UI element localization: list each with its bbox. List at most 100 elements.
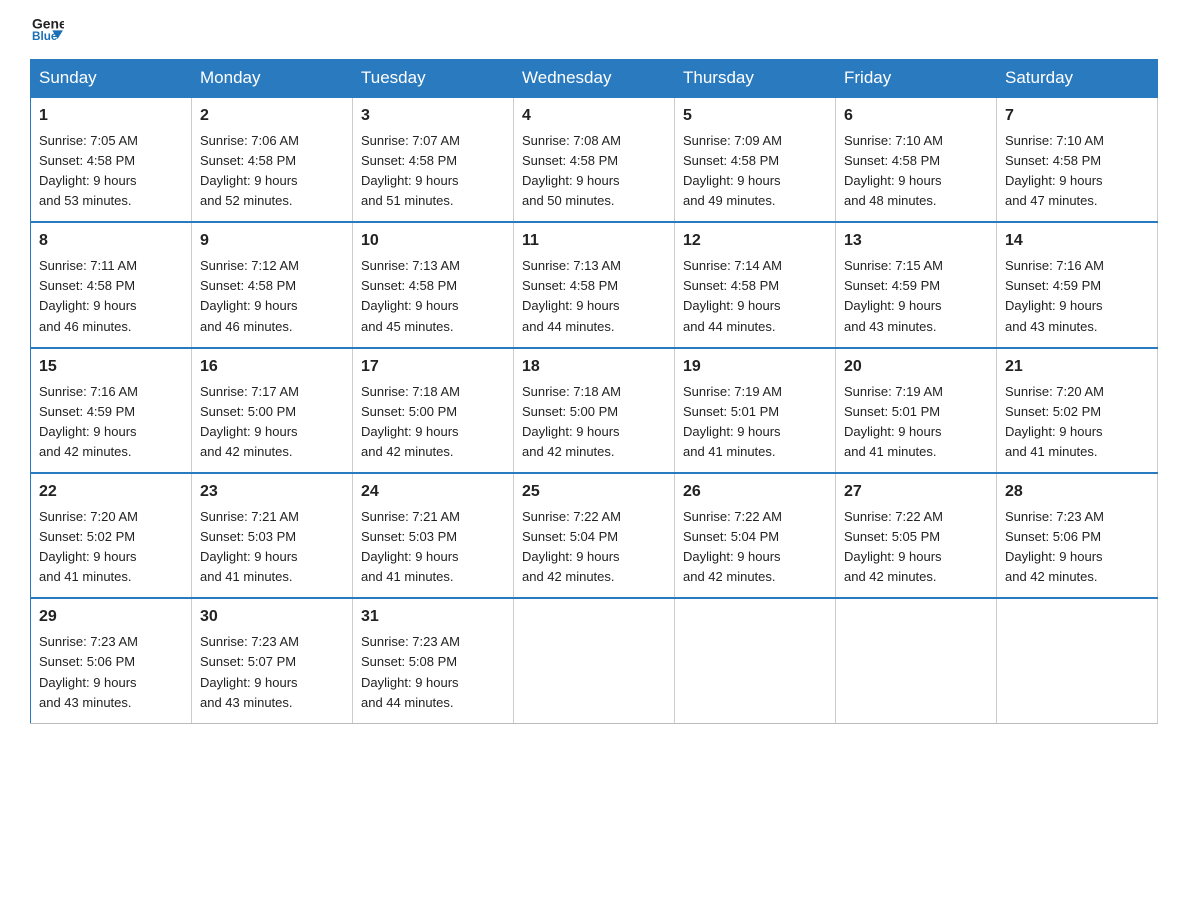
calendar-cell: 20 Sunrise: 7:19 AMSunset: 5:01 PMDayligh…: [836, 348, 997, 473]
col-header-thursday: Thursday: [675, 60, 836, 98]
day-info: Sunrise: 7:13 AMSunset: 4:58 PMDaylight:…: [522, 258, 621, 333]
day-number: 9: [200, 229, 344, 254]
day-number: 26: [683, 480, 827, 505]
day-info: Sunrise: 7:23 AMSunset: 5:06 PMDaylight:…: [39, 634, 138, 709]
calendar-cell: 9 Sunrise: 7:12 AMSunset: 4:58 PMDaylight…: [192, 222, 353, 347]
calendar-cell: 14 Sunrise: 7:16 AMSunset: 4:59 PMDayligh…: [997, 222, 1158, 347]
day-number: 30: [200, 605, 344, 630]
col-header-sunday: Sunday: [31, 60, 192, 98]
day-number: 1: [39, 104, 183, 129]
day-info: Sunrise: 7:20 AMSunset: 5:02 PMDaylight:…: [39, 509, 138, 584]
calendar-cell: [997, 598, 1158, 723]
day-info: Sunrise: 7:16 AMSunset: 4:59 PMDaylight:…: [1005, 258, 1104, 333]
day-info: Sunrise: 7:08 AMSunset: 4:58 PMDaylight:…: [522, 133, 621, 208]
calendar-cell: 25Sunrise: 7:22 AMSunset: 5:04 PMDayligh…: [514, 473, 675, 598]
calendar-table: SundayMondayTuesdayWednesdayThursdayFrid…: [30, 59, 1158, 724]
day-info: Sunrise: 7:19 AMSunset: 5:01 PMDaylight:…: [844, 384, 943, 459]
day-info: Sunrise: 7:10 AMSunset: 4:58 PMDaylight:…: [1005, 133, 1104, 208]
day-number: 20: [844, 355, 988, 380]
week-row-1: 1Sunrise: 7:05 AMSunset: 4:58 PMDaylight…: [31, 97, 1158, 222]
day-number: 31: [361, 605, 505, 630]
day-number: 7: [1005, 104, 1149, 129]
day-info: Sunrise: 7:22 AMSunset: 5:05 PMDaylight:…: [844, 509, 943, 584]
calendar-cell: [836, 598, 997, 723]
col-header-monday: Monday: [192, 60, 353, 98]
col-header-tuesday: Tuesday: [353, 60, 514, 98]
day-info: Sunrise: 7:09 AMSunset: 4:58 PMDaylight:…: [683, 133, 782, 208]
day-info: Sunrise: 7:17 AMSunset: 5:00 PMDaylight:…: [200, 384, 299, 459]
calendar-cell: [514, 598, 675, 723]
col-header-friday: Friday: [836, 60, 997, 98]
calendar-cell: [675, 598, 836, 723]
day-number: 21: [1005, 355, 1149, 380]
calendar-cell: 6Sunrise: 7:10 AMSunset: 4:58 PMDaylight…: [836, 97, 997, 222]
calendar-cell: 12 Sunrise: 7:14 AMSunset: 4:58 PMDayligh…: [675, 222, 836, 347]
day-number: 11: [522, 229, 666, 254]
day-info: Sunrise: 7:12 AMSunset: 4:58 PMDaylight:…: [200, 258, 299, 333]
day-info: Sunrise: 7:20 AMSunset: 5:02 PMDaylight:…: [1005, 384, 1104, 459]
day-info: Sunrise: 7:14 AMSunset: 4:58 PMDaylight:…: [683, 258, 782, 333]
day-number: 29: [39, 605, 183, 630]
week-row-4: 22 Sunrise: 7:20 AMSunset: 5:02 PMDayligh…: [31, 473, 1158, 598]
calendar-cell: 23 Sunrise: 7:21 AMSunset: 5:03 PMDayligh…: [192, 473, 353, 598]
day-number: 18: [522, 355, 666, 380]
calendar-cell: 21 Sunrise: 7:20 AMSunset: 5:02 PMDayligh…: [997, 348, 1158, 473]
calendar-cell: 29 Sunrise: 7:23 AMSunset: 5:06 PMDayligh…: [31, 598, 192, 723]
svg-text:Blue: Blue: [32, 30, 58, 43]
calendar-cell: 27 Sunrise: 7:22 AMSunset: 5:05 PMDayligh…: [836, 473, 997, 598]
day-number: 4: [522, 104, 666, 129]
day-number: 14: [1005, 229, 1149, 254]
calendar-cell: 18 Sunrise: 7:18 AMSunset: 5:00 PMDayligh…: [514, 348, 675, 473]
day-number: 16: [200, 355, 344, 380]
day-number: 19: [683, 355, 827, 380]
week-row-3: 15Sunrise: 7:16 AMSunset: 4:59 PMDayligh…: [31, 348, 1158, 473]
day-info: Sunrise: 7:07 AMSunset: 4:58 PMDaylight:…: [361, 133, 460, 208]
calendar-cell: 10 Sunrise: 7:13 AMSunset: 4:58 PMDayligh…: [353, 222, 514, 347]
col-header-saturday: Saturday: [997, 60, 1158, 98]
day-number: 23: [200, 480, 344, 505]
day-number: 8: [39, 229, 183, 254]
day-info: Sunrise: 7:23 AMSunset: 5:06 PMDaylight:…: [1005, 509, 1104, 584]
calendar-cell: 30 Sunrise: 7:23 AMSunset: 5:07 PMDayligh…: [192, 598, 353, 723]
day-number: 5: [683, 104, 827, 129]
day-info: Sunrise: 7:23 AMSunset: 5:08 PMDaylight:…: [361, 634, 460, 709]
day-info: Sunrise: 7:11 AMSunset: 4:58 PMDaylight:…: [39, 258, 137, 333]
day-number: 3: [361, 104, 505, 129]
day-number: 17: [361, 355, 505, 380]
day-info: Sunrise: 7:22 AMSunset: 5:04 PMDaylight:…: [683, 509, 782, 584]
day-number: 24: [361, 480, 505, 505]
day-number: 27: [844, 480, 988, 505]
day-number: 28: [1005, 480, 1149, 505]
day-info: Sunrise: 7:22 AMSunset: 5:04 PMDaylight:…: [522, 509, 621, 584]
calendar-cell: 13Sunrise: 7:15 AMSunset: 4:59 PMDayligh…: [836, 222, 997, 347]
calendar-cell: 24Sunrise: 7:21 AMSunset: 5:03 PMDayligh…: [353, 473, 514, 598]
day-info: Sunrise: 7:23 AMSunset: 5:07 PMDaylight:…: [200, 634, 299, 709]
day-info: Sunrise: 7:21 AMSunset: 5:03 PMDaylight:…: [200, 509, 299, 584]
day-number: 22: [39, 480, 183, 505]
page-header: General Blue: [30, 20, 1158, 49]
calendar-cell: 26 Sunrise: 7:22 AMSunset: 5:04 PMDayligh…: [675, 473, 836, 598]
calendar-cell: 19Sunrise: 7:19 AMSunset: 5:01 PMDayligh…: [675, 348, 836, 473]
calendar-cell: 31 Sunrise: 7:23 AMSunset: 5:08 PMDayligh…: [353, 598, 514, 723]
week-row-2: 8 Sunrise: 7:11 AMSunset: 4:58 PMDaylight…: [31, 222, 1158, 347]
calendar-cell: 17 Sunrise: 7:18 AMSunset: 5:00 PMDayligh…: [353, 348, 514, 473]
day-info: Sunrise: 7:18 AMSunset: 5:00 PMDaylight:…: [522, 384, 621, 459]
calendar-cell: 7 Sunrise: 7:10 AMSunset: 4:58 PMDaylight…: [997, 97, 1158, 222]
day-number: 13: [844, 229, 988, 254]
day-info: Sunrise: 7:13 AMSunset: 4:58 PMDaylight:…: [361, 258, 460, 333]
calendar-cell: 1Sunrise: 7:05 AMSunset: 4:58 PMDaylight…: [31, 97, 192, 222]
day-info: Sunrise: 7:18 AMSunset: 5:00 PMDaylight:…: [361, 384, 460, 459]
calendar-cell: 4 Sunrise: 7:08 AMSunset: 4:58 PMDaylight…: [514, 97, 675, 222]
svg-text:General: General: [32, 15, 64, 31]
day-number: 10: [361, 229, 505, 254]
col-header-wednesday: Wednesday: [514, 60, 675, 98]
day-number: 12: [683, 229, 827, 254]
week-row-5: 29 Sunrise: 7:23 AMSunset: 5:06 PMDayligh…: [31, 598, 1158, 723]
calendar-cell: 16 Sunrise: 7:17 AMSunset: 5:00 PMDayligh…: [192, 348, 353, 473]
calendar-cell: 2Sunrise: 7:06 AMSunset: 4:58 PMDaylight…: [192, 97, 353, 222]
calendar-cell: 5 Sunrise: 7:09 AMSunset: 4:58 PMDaylight…: [675, 97, 836, 222]
calendar-cell: 28 Sunrise: 7:23 AMSunset: 5:06 PMDayligh…: [997, 473, 1158, 598]
day-number: 2: [200, 104, 344, 129]
logo: General Blue: [30, 20, 64, 49]
calendar-cell: 22 Sunrise: 7:20 AMSunset: 5:02 PMDayligh…: [31, 473, 192, 598]
